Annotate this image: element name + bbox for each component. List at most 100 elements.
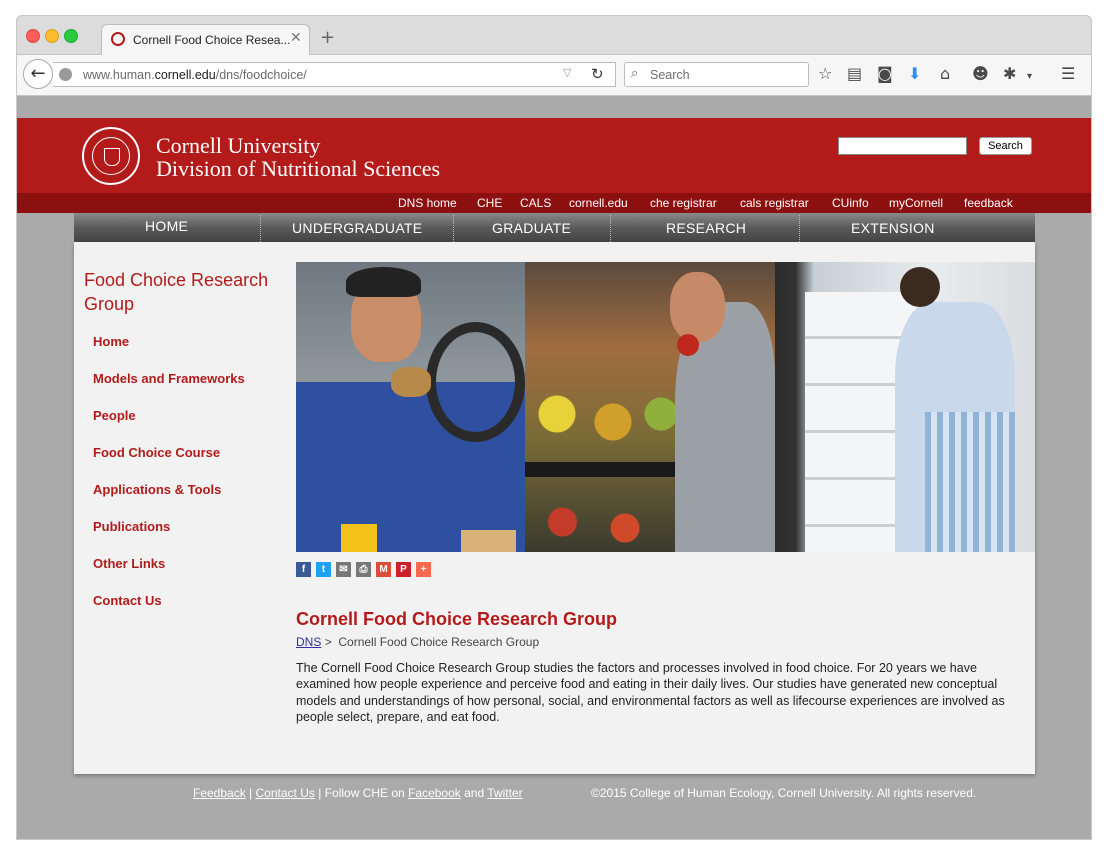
sidebar-item-course[interactable]: Food Choice Course bbox=[93, 445, 220, 460]
twitter-share-icon[interactable]: t bbox=[316, 562, 331, 577]
footer-separator: | bbox=[318, 786, 322, 800]
more-share-icon[interactable]: + bbox=[416, 562, 431, 577]
steering-wheel-shape bbox=[426, 322, 525, 442]
breadcrumb: DNS > Cornell Food Choice Research Group bbox=[296, 635, 539, 649]
reload-icon[interactable]: ↻ bbox=[591, 65, 604, 83]
nav-divider bbox=[799, 215, 801, 242]
nav-research[interactable]: RESEARCH bbox=[666, 220, 746, 236]
print-share-icon[interactable]: ⎙ bbox=[356, 562, 371, 577]
sidebar-item-contact[interactable]: Contact Us bbox=[93, 593, 162, 608]
browser-window: Cornell Food Choice Resea... ✕ + ← www.h… bbox=[17, 16, 1091, 839]
footer-separator: | bbox=[249, 786, 253, 800]
top-links-bar: DNS home CHE CALS cornell.edu che regist… bbox=[17, 193, 1091, 213]
toplink-cornell[interactable]: cornell.edu bbox=[569, 196, 628, 210]
footer-and-text: and bbox=[464, 786, 485, 800]
back-button[interactable]: ← bbox=[23, 59, 53, 89]
extension-icon[interactable]: ✱ bbox=[1003, 65, 1016, 83]
sidebar-item-applications[interactable]: Applications & Tools bbox=[93, 482, 221, 497]
burger-shape bbox=[391, 367, 431, 397]
reading-list-icon[interactable]: ▤ bbox=[847, 65, 862, 83]
zoom-window-button[interactable] bbox=[64, 29, 78, 43]
footer-contact-link[interactable]: Contact Us bbox=[256, 786, 315, 800]
facebook-share-icon[interactable]: f bbox=[296, 562, 311, 577]
sidebar-title[interactable]: Food Choice Research Group bbox=[84, 268, 294, 316]
tomato-shape bbox=[677, 334, 699, 356]
gmail-share-icon[interactable]: M bbox=[376, 562, 391, 577]
sidebar-item-home[interactable]: Home bbox=[93, 334, 129, 349]
photo-man-at-produce bbox=[525, 262, 775, 552]
nav-undergraduate[interactable]: UNDERGRADUATE bbox=[292, 220, 422, 236]
share-buttons: f t ✉ ⎙ M P + bbox=[296, 562, 436, 581]
footer-twitter-link[interactable]: Twitter bbox=[487, 786, 522, 800]
search-placeholder: Search bbox=[650, 68, 690, 82]
content-area: Food Choice Research Group Home Models a… bbox=[74, 242, 1035, 774]
cornell-seal-logo[interactable] bbox=[82, 127, 140, 185]
menu-icon[interactable]: ☰ bbox=[1061, 65, 1075, 83]
globe-icon bbox=[59, 68, 72, 81]
nav-divider bbox=[453, 215, 455, 242]
nav-extension[interactable]: EXTENSION bbox=[851, 220, 935, 236]
toplink-che-registrar[interactable]: che registrar bbox=[650, 196, 717, 210]
toplink-cuinfo[interactable]: CUinfo bbox=[832, 196, 869, 210]
site-search-button[interactable]: Search bbox=[979, 137, 1032, 155]
breadcrumb-separator: > bbox=[324, 635, 332, 649]
toplink-cals[interactable]: CALS bbox=[520, 196, 551, 210]
search-icon: ⌕ bbox=[631, 66, 639, 81]
intro-paragraph: The Cornell Food Choice Research Group s… bbox=[296, 661, 1005, 724]
footer-feedback-link[interactable]: Feedback bbox=[193, 786, 246, 800]
download-icon[interactable]: ⬇ bbox=[908, 65, 921, 83]
sidebar-item-publications[interactable]: Publications bbox=[93, 519, 170, 534]
title-bar: Cornell Food Choice Resea... ✕ + bbox=[17, 16, 1091, 56]
new-tab-icon[interactable]: + bbox=[320, 27, 335, 48]
email-share-icon[interactable]: ✉ bbox=[336, 562, 351, 577]
extension-dropdown-icon[interactable]: ▾ bbox=[1027, 68, 1032, 86]
site-search-input[interactable] bbox=[838, 137, 967, 155]
nav-home[interactable]: HOME bbox=[145, 218, 188, 234]
sidebar-item-models[interactable]: Models and Frameworks bbox=[93, 371, 245, 386]
hair-shape bbox=[346, 267, 421, 297]
breadcrumb-current: Cornell Food Choice Research Group bbox=[338, 635, 540, 649]
cup-shape bbox=[341, 524, 377, 552]
toplink-feedback[interactable]: feedback bbox=[964, 196, 1013, 210]
photo-man-eating-in-car bbox=[296, 262, 525, 552]
nav-graduate[interactable]: GRADUATE bbox=[492, 220, 571, 236]
nav-divider bbox=[610, 215, 612, 242]
footer-facebook-link[interactable]: Facebook bbox=[408, 786, 461, 800]
head-shape bbox=[900, 267, 940, 307]
page-title: Cornell Food Choice Research Group bbox=[296, 609, 618, 629]
navigation-toolbar: ← www.human.cornell.edu/dns/foodchoice/ … bbox=[17, 55, 1091, 96]
sidebar-item-other-links[interactable]: Other Links bbox=[93, 556, 165, 571]
sidebar-item-people[interactable]: People bbox=[93, 408, 136, 423]
address-bar[interactable]: www.human.cornell.edu/dns/foodchoice/ ▽ … bbox=[53, 62, 616, 87]
footer-follow-text: Follow CHE on bbox=[324, 786, 405, 800]
toplink-che[interactable]: CHE bbox=[477, 196, 502, 210]
face-shape bbox=[670, 272, 725, 342]
close-tab-icon[interactable]: ✕ bbox=[290, 30, 302, 46]
favicon-icon bbox=[111, 32, 125, 46]
footer-copyright: ©2015 College of Human Ecology, Cornell … bbox=[591, 786, 977, 800]
division-name[interactable]: Division of Nutritional Sciences bbox=[156, 156, 440, 182]
breadcrumb-link-dns[interactable]: DNS bbox=[296, 635, 321, 649]
close-window-button[interactable] bbox=[26, 29, 40, 43]
fries-shape bbox=[461, 530, 516, 552]
browser-search-input[interactable]: ⌕ Search bbox=[624, 62, 809, 87]
toplink-dns-home[interactable]: DNS home bbox=[398, 196, 457, 210]
chat-icon[interactable]: ☻ bbox=[972, 65, 989, 83]
tab-title: Cornell Food Choice Resea... bbox=[133, 33, 291, 47]
browser-tab[interactable]: Cornell Food Choice Resea... ✕ bbox=[101, 24, 310, 56]
web-page: Cornell University Division of Nutrition… bbox=[17, 96, 1091, 839]
bookmark-star-icon[interactable]: ☆ bbox=[818, 65, 832, 83]
minimize-window-button[interactable] bbox=[45, 29, 59, 43]
seal-shield-icon bbox=[104, 148, 120, 166]
produce-shape bbox=[525, 382, 685, 462]
price-rail-shape bbox=[525, 462, 695, 477]
url-dropdown-icon[interactable]: ▽ bbox=[563, 66, 571, 79]
seal-ring bbox=[92, 137, 130, 175]
home-icon[interactable]: ⌂ bbox=[940, 65, 950, 83]
pocket-icon[interactable]: ◙ bbox=[877, 65, 893, 83]
toplink-mycornell[interactable]: myCornell bbox=[889, 196, 943, 210]
photo-man-at-fridge bbox=[775, 262, 1035, 552]
toplink-cals-registrar[interactable]: cals registrar bbox=[740, 196, 809, 210]
hero-image bbox=[296, 262, 1035, 552]
pinterest-share-icon[interactable]: P bbox=[396, 562, 411, 577]
